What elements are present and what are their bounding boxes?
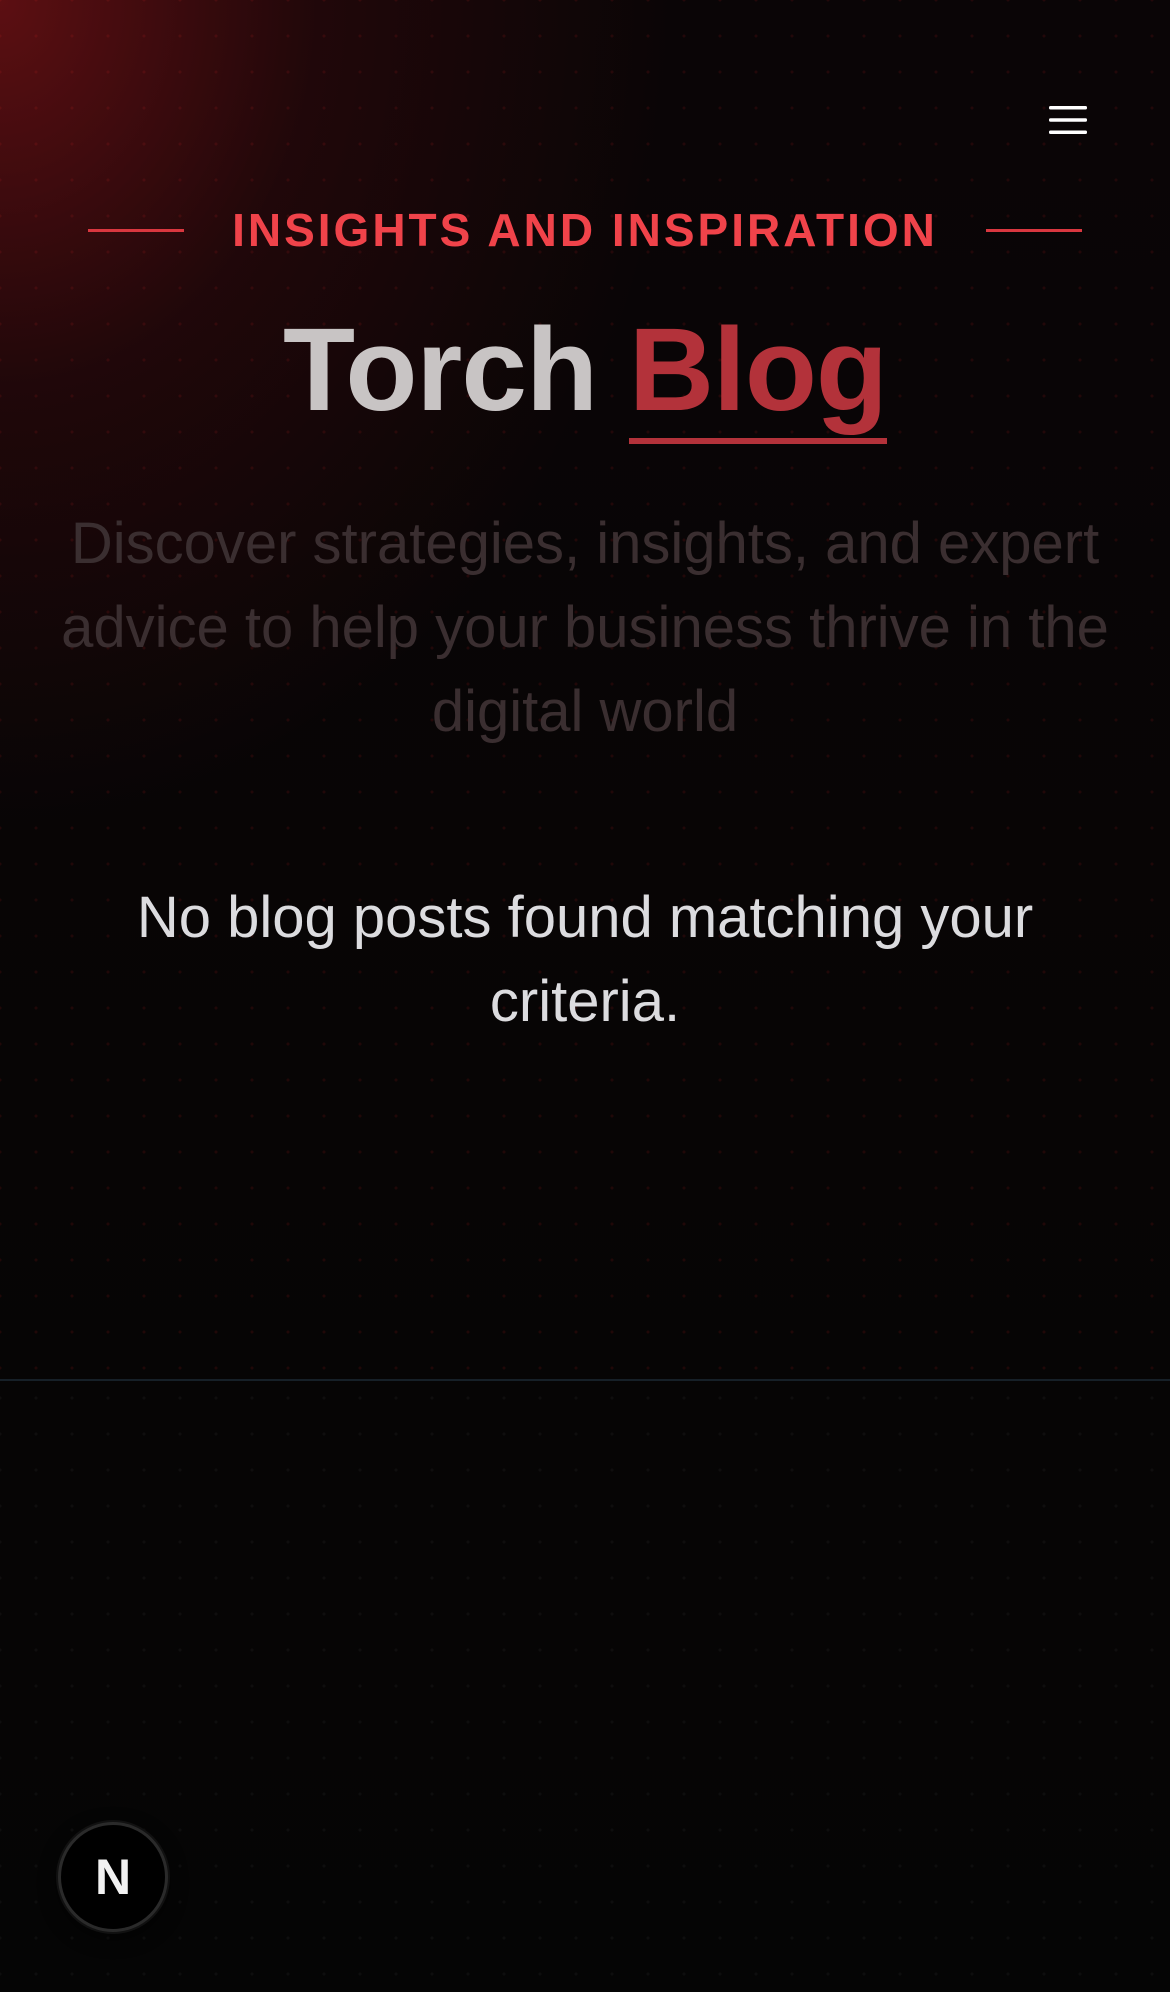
page-title-main: Torch xyxy=(283,304,598,436)
blog-page: INSIGHTS AND INSPIRATION Torch Blog Disc… xyxy=(0,0,1170,1992)
section-eyebrow: INSIGHTS AND INSPIRATION xyxy=(0,200,1170,260)
nextjs-logo-icon: N xyxy=(94,1849,132,1905)
eyebrow-text: INSIGHTS AND INSPIRATION xyxy=(232,204,938,256)
hamburger-menu-icon xyxy=(1049,106,1087,134)
menu-button[interactable] xyxy=(1036,96,1100,144)
eyebrow-line-right xyxy=(985,228,1082,232)
page-title: Torch Blog xyxy=(0,300,1170,444)
page-title-accent: Blog xyxy=(628,304,888,444)
dot-grid-background-lower xyxy=(0,1380,1170,1992)
page-subtitle: Discover strategies, insights, and exper… xyxy=(61,511,1109,744)
eyebrow-line-left xyxy=(88,228,185,232)
empty-state-message: No blog posts found matching your criter… xyxy=(136,885,1034,1034)
footer-divider xyxy=(0,1379,1170,1381)
nextjs-dev-badge[interactable]: N xyxy=(58,1822,168,1932)
